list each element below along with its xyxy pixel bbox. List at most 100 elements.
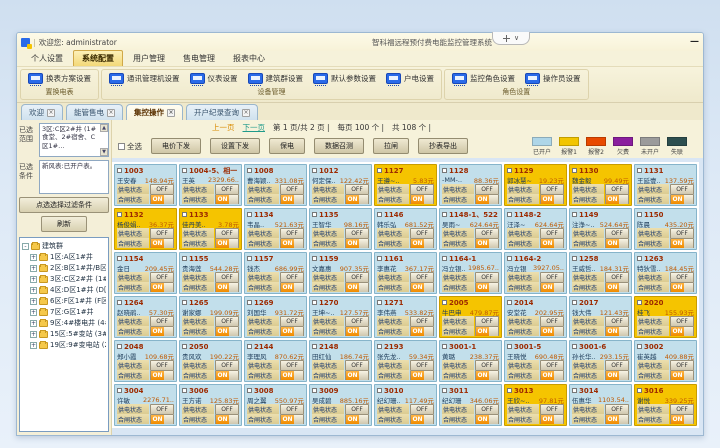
- select-all-checkbox[interactable]: [118, 143, 125, 150]
- breaker-button-group[interactable]: ON: [475, 194, 499, 204]
- minimize-button[interactable]: —: [690, 38, 699, 46]
- meter-card[interactable]: 3001-1 黄璐 238.37元 供电状态 OFF 合闸状态 ON: [439, 340, 502, 382]
- breaker-button-group[interactable]: ON: [215, 282, 239, 292]
- breaker-on-button[interactable]: ON: [346, 327, 359, 336]
- card-checkbox[interactable]: [442, 256, 447, 261]
- meter-card[interactable]: 1164-1 冯立银.. 1985.67.. 供电状态 OFF 合闸状态 ON: [439, 252, 502, 294]
- document-tab[interactable]: 集控操作 ×: [126, 104, 183, 120]
- supply-off-button[interactable]: OFF: [345, 272, 369, 282]
- supply-off-button[interactable]: OFF: [670, 228, 694, 238]
- supply-off-button[interactable]: OFF: [605, 272, 629, 282]
- card-checkbox[interactable]: [117, 344, 122, 349]
- meter-card[interactable]: 2050 贵风欢 190.22元 供电状态 OFF 合闸状态 ON: [179, 340, 242, 382]
- meter-card[interactable]: 1131 王延壹.. 137.59元 供电状态 OFF 合闸状态 ON: [634, 164, 697, 206]
- supply-off-button[interactable]: OFF: [150, 228, 174, 238]
- expand-expander-icon[interactable]: +: [30, 331, 37, 338]
- breaker-on-button[interactable]: ON: [411, 327, 424, 336]
- card-checkbox[interactable]: [637, 300, 642, 305]
- supply-off-button[interactable]: OFF: [670, 404, 694, 414]
- meter-card[interactable]: 1148-1、522 吴雨~ 624.64元 供电状态 OFF 合闸状态 ON: [439, 208, 502, 250]
- breaker-on-button[interactable]: ON: [151, 415, 164, 424]
- breaker-on-button[interactable]: ON: [671, 371, 684, 380]
- meter-card[interactable]: 2144 李理风 870.62元 供电状态 OFF 合闸状态 ON: [244, 340, 307, 382]
- tree-item[interactable]: + 7区:G区1#井: [22, 307, 106, 317]
- breaker-button-group[interactable]: ON: [215, 238, 239, 248]
- menu-item[interactable]: 系统配置: [73, 50, 123, 66]
- breaker-on-button[interactable]: ON: [281, 239, 294, 248]
- breaker-on-button[interactable]: ON: [541, 371, 554, 380]
- meter-card[interactable]: 1129 郭冰慧~ 19.23元 供电状态 OFF 合闸状态 ON: [504, 164, 567, 206]
- supply-off-button[interactable]: OFF: [410, 316, 434, 326]
- select-all[interactable]: 全选: [118, 141, 142, 152]
- breaker-on-button[interactable]: ON: [216, 195, 229, 204]
- meter-card[interactable]: 1146 韩乐弘 681.52元 供电状态 OFF 合闸状态 ON: [374, 208, 437, 250]
- breaker-button-group[interactable]: ON: [150, 282, 174, 292]
- meter-card[interactable]: 1258 王威哲.. 184.31元 供电状态 OFF 合闸状态 ON: [569, 252, 632, 294]
- breaker-button-group[interactable]: ON: [150, 370, 174, 380]
- breaker-button-group[interactable]: ON: [475, 370, 499, 380]
- card-checkbox[interactable]: [637, 388, 642, 393]
- breaker-on-button[interactable]: ON: [476, 415, 489, 424]
- expand-expander-icon[interactable]: +: [30, 298, 37, 305]
- breaker-on-button[interactable]: ON: [476, 283, 489, 292]
- filter-select-button[interactable]: 点选选择过滤条件: [19, 197, 109, 213]
- ribbon-button[interactable]: 建筑群设置: [244, 71, 308, 86]
- breaker-on-button[interactable]: ON: [346, 283, 359, 292]
- breaker-button-group[interactable]: ON: [475, 238, 499, 248]
- meter-card[interactable]: 2020 桂飞 155.93元 供电状态 OFF 合闸状态 ON: [634, 296, 697, 338]
- card-checkbox[interactable]: [442, 300, 447, 305]
- breaker-on-button[interactable]: ON: [671, 195, 684, 204]
- breaker-on-button[interactable]: ON: [411, 195, 424, 204]
- card-checkbox[interactable]: [442, 388, 447, 393]
- selected-condition-box[interactable]: 新风表:已开户表。: [39, 160, 109, 194]
- tree-item[interactable]: + 6区:F区1#井 (F区1#…: [22, 296, 106, 306]
- collapse-ribbon-icon[interactable]: ∨: [514, 34, 519, 42]
- card-checkbox[interactable]: [117, 300, 122, 305]
- breaker-button-group[interactable]: ON: [215, 326, 239, 336]
- breaker-on-button[interactable]: ON: [346, 371, 359, 380]
- ribbon-button[interactable]: 户电设置: [382, 71, 438, 86]
- supply-off-button[interactable]: OFF: [410, 228, 434, 238]
- breaker-button-group[interactable]: ON: [670, 326, 694, 336]
- meter-card[interactable]: 1008 曹海颖.. 331.08元 供电状态 OFF 合闸状态 ON: [244, 164, 307, 206]
- selected-range-box[interactable]: 3区:C区2#井 (1#食堂、2#宿舍、C区1#… ▲ ▼: [39, 123, 109, 157]
- meter-card[interactable]: 2193 张先龙.. 59.34元 供电状态 OFF 合闸状态 ON: [374, 340, 437, 382]
- breaker-on-button[interactable]: ON: [281, 415, 294, 424]
- card-checkbox[interactable]: [637, 256, 642, 261]
- breaker-on-button[interactable]: ON: [411, 239, 424, 248]
- breaker-button-group[interactable]: ON: [280, 194, 304, 204]
- breaker-on-button[interactable]: ON: [346, 195, 359, 204]
- breaker-button-group[interactable]: ON: [475, 414, 499, 424]
- breaker-on-button[interactable]: ON: [671, 415, 684, 424]
- tree-root[interactable]: - 建筑群: [22, 241, 106, 251]
- breaker-on-button[interactable]: ON: [216, 239, 229, 248]
- meter-card[interactable]: 3001-5 王晓悦 690.48元 供电状态 OFF 合闸状态 ON: [504, 340, 567, 382]
- toolbar-button[interactable]: 数据召测: [314, 138, 364, 154]
- supply-off-button[interactable]: OFF: [150, 184, 174, 194]
- supply-off-button[interactable]: OFF: [150, 360, 174, 370]
- breaker-on-button[interactable]: ON: [541, 283, 554, 292]
- supply-off-button[interactable]: OFF: [280, 272, 304, 282]
- card-checkbox[interactable]: [507, 168, 512, 173]
- card-checkbox[interactable]: [312, 300, 317, 305]
- card-checkbox[interactable]: [377, 388, 382, 393]
- supply-off-button[interactable]: OFF: [215, 316, 239, 326]
- meter-card[interactable]: 1263 特狄雪.. 184.45元 供电状态 OFF 合闸状态 ON: [634, 252, 697, 294]
- breaker-button-group[interactable]: ON: [670, 414, 694, 424]
- supply-off-button[interactable]: OFF: [410, 272, 434, 282]
- breaker-button-group[interactable]: ON: [345, 194, 369, 204]
- meter-card[interactable]: 1003 王安春 148.94元 供电状态 OFF 合闸状态 ON: [114, 164, 177, 206]
- supply-off-button[interactable]: OFF: [150, 272, 174, 282]
- card-checkbox[interactable]: [247, 168, 252, 173]
- breaker-on-button[interactable]: ON: [216, 283, 229, 292]
- ribbon-button[interactable]: 仪表设置: [186, 71, 242, 86]
- breaker-on-button[interactable]: ON: [151, 283, 164, 292]
- tree-item[interactable]: + 9区:4#楼电井 (4#楼…: [22, 318, 106, 328]
- supply-off-button[interactable]: OFF: [280, 360, 304, 370]
- toolbar-button[interactable]: 保电: [269, 138, 305, 154]
- card-checkbox[interactable]: [572, 344, 577, 349]
- breaker-button-group[interactable]: ON: [150, 194, 174, 204]
- meter-card[interactable]: 1128 -MM-.. 88.36元 供电状态 OFF 合闸状态 ON: [439, 164, 502, 206]
- supply-off-button[interactable]: OFF: [540, 316, 564, 326]
- breaker-on-button[interactable]: ON: [281, 283, 294, 292]
